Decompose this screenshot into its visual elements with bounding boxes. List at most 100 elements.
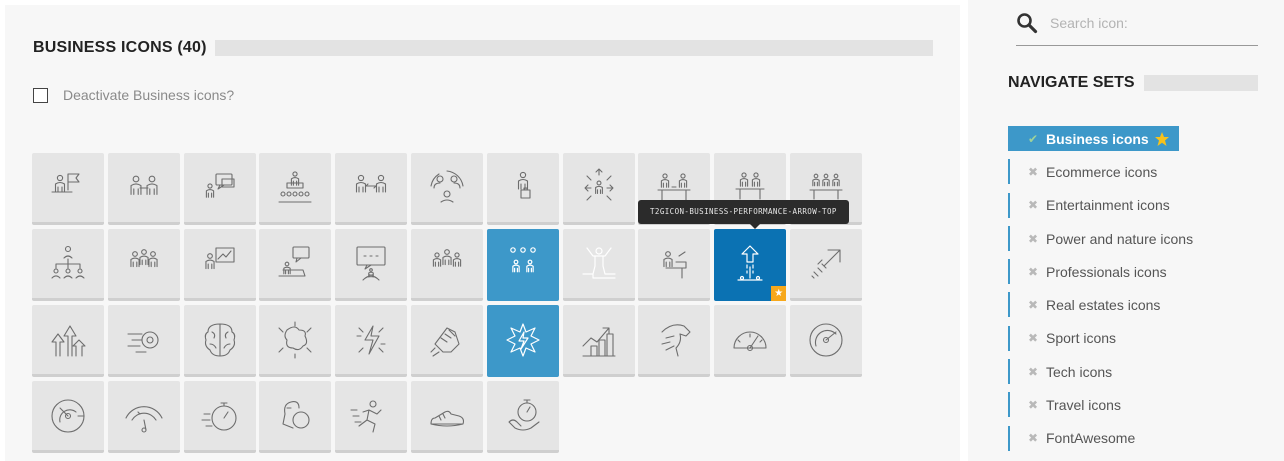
nav-item[interactable]: ✖ Travel icons [1008,388,1193,421]
icon-tile[interactable] [32,305,104,377]
icon-tile[interactable] [789,229,862,301]
icon-35 [125,405,163,433]
icon-27 [356,324,386,355]
icon-grid: ★ [32,153,862,453]
icon-tile[interactable] [486,381,559,453]
icon-tile[interactable] [789,305,862,377]
nav-item[interactable]: ✖ Sport icons [1008,322,1193,355]
deactivate-checkbox[interactable] [33,87,48,103]
nav-item-rule [1008,192,1010,218]
nav-item[interactable]: ✖ Tech icons [1008,355,1193,388]
icon-33 [809,322,843,357]
star-icon [1154,131,1169,146]
nav-title-bar [1143,75,1258,91]
close-icon: ✖ [1028,264,1039,279]
deactivate-label: Deactivate Business icons? [63,87,235,103]
icon-22 [811,248,841,279]
icon-tile[interactable] [32,229,104,301]
nav-item-rule [1008,359,1010,385]
nav-item[interactable]: ✖ Power and nature icons [1008,222,1193,255]
search-icon[interactable] [1016,12,1038,34]
icon-36 [201,401,237,431]
icon-tile[interactable] [638,229,711,301]
icon-tile[interactable] [562,153,635,225]
icon-15 [278,245,310,277]
page-title: BUSINESS ICONS (40) [33,39,207,56]
nav-item-label: Travel icons [1046,397,1121,414]
icon-tile[interactable] [714,305,787,377]
icon-tile[interactable] [32,153,104,225]
icon-tile[interactable] [410,305,483,377]
nav-item-rule [1008,225,1010,251]
icon-32 [733,330,767,351]
icon-tile[interactable]: ★ [714,229,787,301]
icon-tile[interactable] [259,229,332,301]
nav-item-label: Ecommerce icons [1046,163,1158,180]
section-header: BUSINESS ICONS (40) [33,39,933,56]
nav-item-label: FontAwesome [1046,430,1136,447]
nav-item[interactable]: ✔ Business icons [1008,122,1193,155]
close-icon: ✖ [1028,431,1039,446]
nav-item[interactable]: ✖ Ecommerce icons [1008,155,1193,188]
title-underline-bar [214,40,933,56]
icon-16 [356,245,386,281]
nav-item-rule [1008,425,1010,451]
nav-item-label: Tech icons [1046,363,1113,380]
icon-3 [205,172,235,198]
icon-tile[interactable] [410,229,483,301]
nav-header: NAVIGATE SETS [1008,74,1258,91]
icon-tile[interactable] [183,381,256,453]
deactivate-checkbox-row[interactable]: Deactivate Business icons? [33,87,234,103]
nav-item[interactable]: ✖ Real estates icons [1008,288,1193,321]
sidebar: NAVIGATE SETS ✔ Business icons ✖ Ecommer… [968,0,1284,461]
favorite-star-icon: ★ [771,286,787,301]
icon-37 [282,400,310,429]
icon-tile[interactable] [486,229,559,301]
icon-tile[interactable] [107,381,180,453]
icon-tile[interactable] [486,305,559,377]
icon-tile[interactable] [335,381,408,453]
nav-item-rule [1008,325,1010,351]
icon-tile[interactable] [107,153,180,225]
icon-30 [582,326,616,357]
icon-tile[interactable] [183,305,256,377]
icon-tile[interactable] [259,305,332,377]
icon-tile[interactable] [259,381,332,453]
nav-item[interactable]: ✖ Professionals icons [1008,255,1193,288]
icon-13 [130,248,158,267]
close-icon: ✖ [1028,398,1039,413]
icon-14 [204,246,235,269]
icon-tile[interactable] [410,153,483,225]
icon-tile[interactable] [183,153,256,225]
icon-7 [517,171,531,199]
icon-29 [506,322,540,357]
icon-tile[interactable] [410,381,483,453]
icon-38 [350,399,382,433]
nav-item[interactable]: ✖ FontAwesome [1008,422,1193,455]
nav-item-label: Real estates icons [1046,297,1161,314]
close-icon: ✖ [1028,298,1039,313]
icon-tile[interactable] [32,381,104,453]
icon-tile[interactable] [259,153,332,225]
search-input[interactable] [1050,12,1250,34]
icon-tile[interactable] [562,229,635,301]
close-icon: ✖ [1028,331,1039,346]
icon-24 [127,330,159,353]
icon-tile[interactable] [486,153,559,225]
icon-2 [130,175,158,195]
icon-tile[interactable] [335,305,408,377]
icon-6 [430,169,464,203]
icon-tile[interactable] [335,153,408,225]
close-icon: ✖ [1028,364,1039,379]
search-box [1016,10,1258,46]
icon-tile[interactable] [183,229,256,301]
icon-tile[interactable] [107,229,180,301]
icon-tile[interactable] [562,305,635,377]
icon-8 [584,167,614,201]
nav-item[interactable]: ✖ Entertainment icons [1008,189,1193,222]
icon-tile[interactable] [638,305,711,377]
icon-20 [663,250,687,279]
icon-tile[interactable] [335,229,408,301]
close-icon: ✖ [1028,231,1039,246]
icon-tile[interactable] [107,305,180,377]
